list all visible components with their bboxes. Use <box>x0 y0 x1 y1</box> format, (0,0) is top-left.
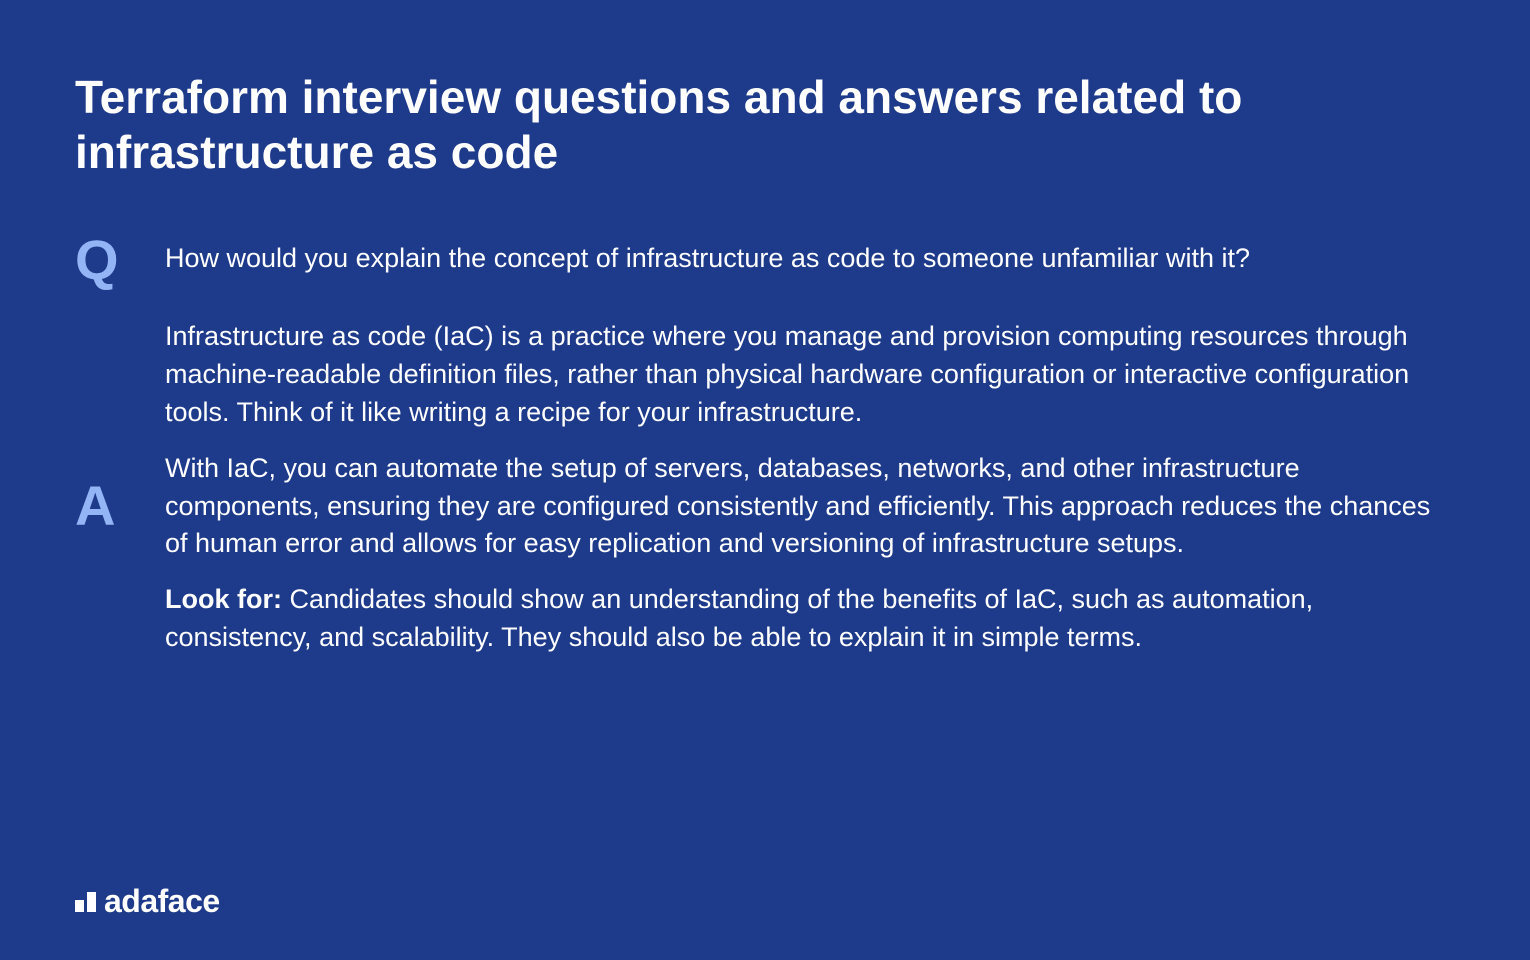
logo-bar-large <box>87 892 96 912</box>
question-label: Q <box>75 232 135 288</box>
look-for-text: Candidates should show an understanding … <box>165 584 1313 652</box>
answer-content: Infrastructure as code (IaC) is a practi… <box>165 318 1455 656</box>
answer-label: A <box>75 478 135 534</box>
look-for-label: Look for: <box>165 584 282 614</box>
answer-look-for: Look for: Candidates should show an unde… <box>165 581 1455 657</box>
answer-row: A Infrastructure as code (IaC) is a prac… <box>75 318 1455 656</box>
question-text: How would you explain the concept of inf… <box>165 240 1455 278</box>
logo-text: adaface <box>104 883 220 920</box>
brand-logo: adaface <box>75 883 220 920</box>
question-row: Q How would you explain the concept of i… <box>75 240 1455 288</box>
bar-chart-icon <box>75 892 96 912</box>
page-title: Terraform interview questions and answer… <box>75 70 1455 180</box>
logo-bar-small <box>75 900 84 912</box>
answer-paragraph-2: With IaC, you can automate the setup of … <box>165 450 1455 563</box>
answer-paragraph-1: Infrastructure as code (IaC) is a practi… <box>165 318 1455 431</box>
qa-container: Q How would you explain the concept of i… <box>75 240 1455 656</box>
